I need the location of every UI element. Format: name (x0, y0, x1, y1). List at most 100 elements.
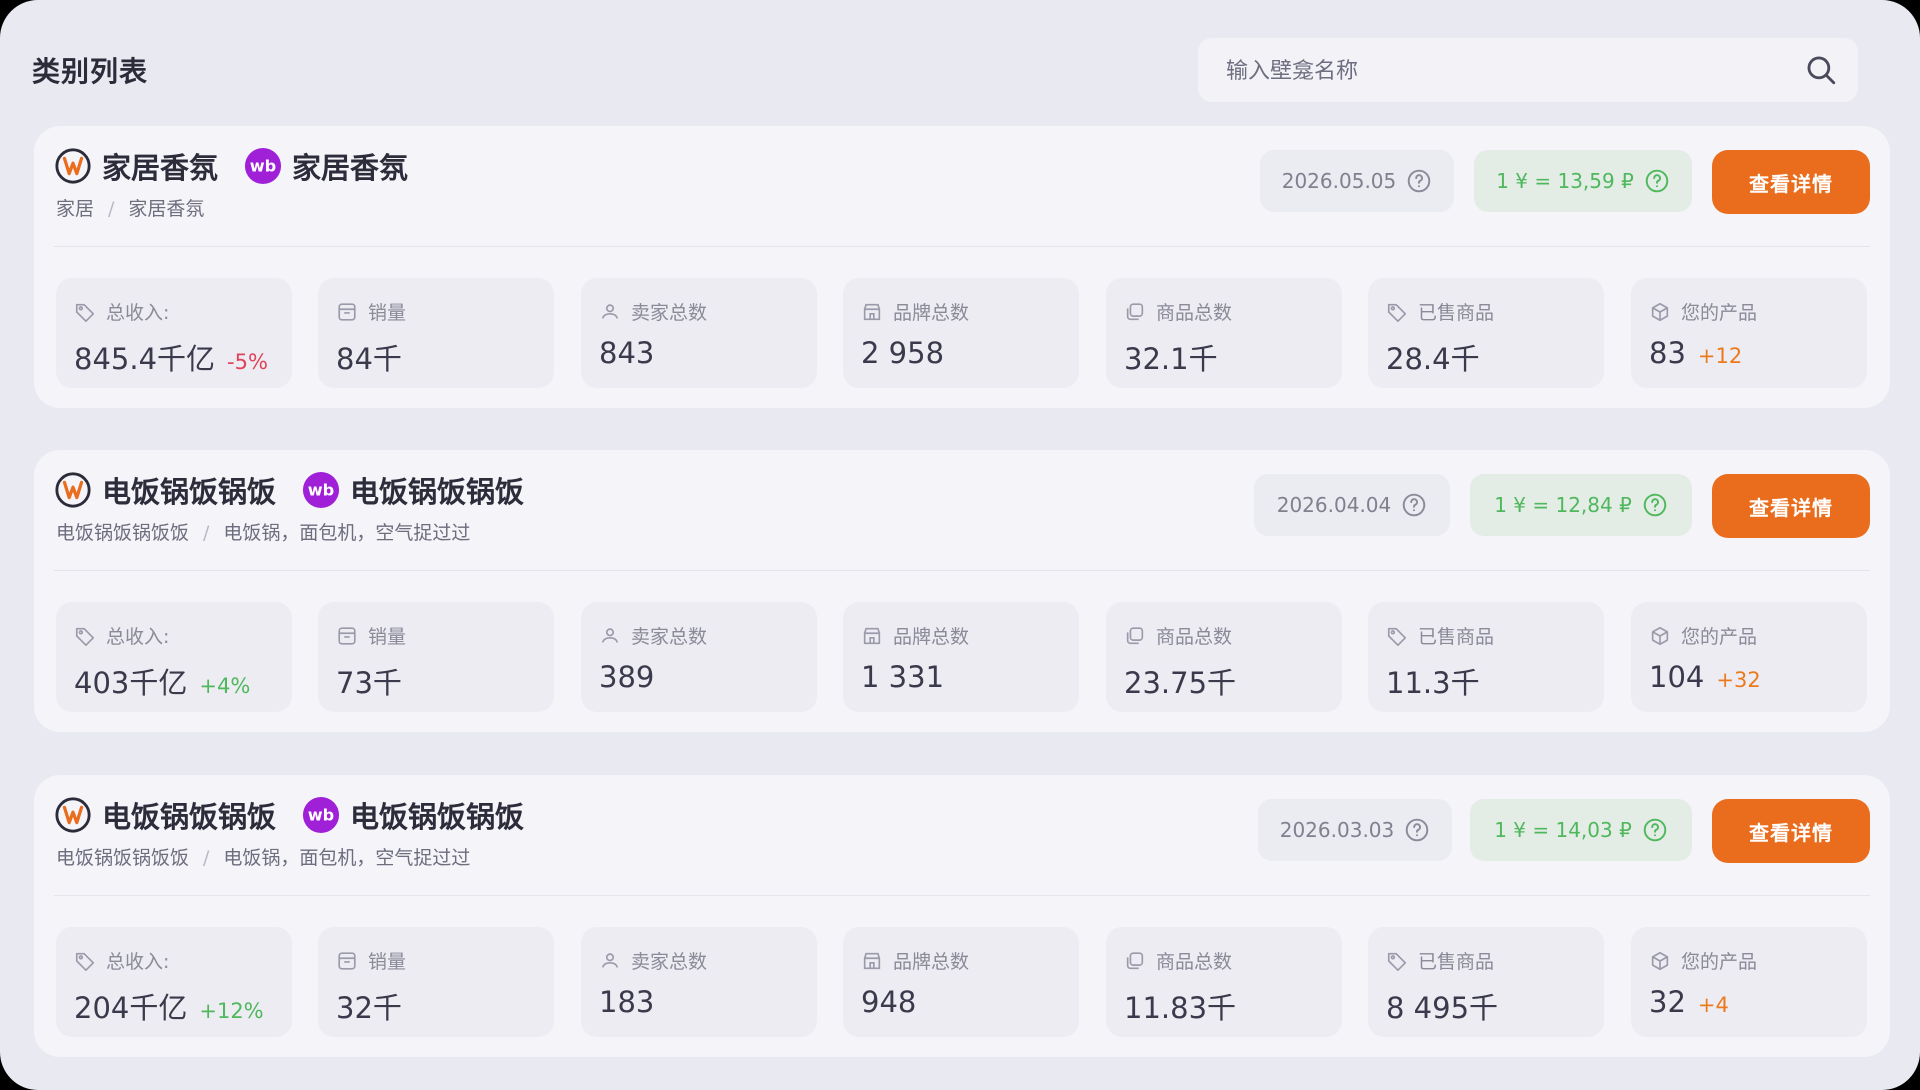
stats-row: 总收入: 403千亿 +4% 销量 73千 卖家总数 389 品牌总数 1 331… (56, 602, 1868, 712)
stats-row: 总收入: 845.4千亿 -5% 销量 84千 卖家总数 843 品牌总数 2 9… (56, 278, 1868, 388)
stat-total-revenue: 总收入: 204千亿 +12% (56, 927, 292, 1037)
stat-sellers: 卖家总数 389 (581, 602, 817, 712)
category-card: 电饭锅饭锅饭 wb 电饭锅饭锅饭 电饭锅饭锅饭饭 / 电饭锅，面包机，空气捉过过 2… (34, 775, 1890, 1057)
stat-value: 204千亿 (74, 991, 188, 1025)
stat-brands: 品牌总数 1 331 (843, 602, 1079, 712)
help-icon[interactable] (1406, 168, 1432, 194)
stat-label: 总收入: (106, 951, 170, 973)
stat-value: 8 495千 (1386, 991, 1499, 1025)
help-icon[interactable] (1644, 168, 1670, 194)
search-bar (1198, 38, 1858, 104)
stat-delta: +4% (199, 674, 251, 698)
breadcrumb-item[interactable]: 家居 (56, 198, 94, 220)
stat-label: 销量 (368, 626, 407, 648)
stat-value: 32千 (336, 991, 402, 1025)
stat-label: 卖家总数 (631, 302, 708, 324)
ozon-category-title: 电饭锅饭锅饭 (102, 800, 277, 834)
svg-text:wb: wb (308, 481, 334, 500)
stat-value: 843 (599, 336, 655, 370)
stat-value: 183 (599, 985, 655, 1019)
app-screen: 类别列表 家居香氛 wb 家居香氛 家居 / 家居香氛 2026.05.05 (0, 0, 1920, 1090)
category-card: 电饭锅饭锅饭 wb 电饭锅饭锅饭 电饭锅饭锅饭饭 / 电饭锅，面包机，空气捉过过 2… (34, 450, 1890, 732)
stat-sold-products: 已售商品 11.3千 (1368, 602, 1604, 712)
package-icon (1651, 951, 1669, 970)
stat-value: 83 (1649, 336, 1686, 370)
help-icon[interactable] (1404, 817, 1430, 843)
stat-products: 商品总数 32.1千 (1106, 278, 1342, 388)
sales-box-icon (338, 302, 356, 321)
view-details-button[interactable]: 查看详情 (1712, 150, 1870, 214)
stat-sold-products: 已售商品 8 495千 (1368, 927, 1604, 1037)
search-input[interactable] (1224, 38, 1788, 104)
wb-logo-icon: wb (302, 471, 340, 509)
stat-value: 23.75千 (1124, 666, 1237, 700)
stat-label: 已售商品 (1418, 626, 1495, 648)
store-icon (863, 952, 881, 969)
exchange-rate-text: 1 ¥ = 14,03 ₽ (1494, 818, 1632, 842)
search-icon[interactable] (1804, 53, 1838, 87)
stat-label: 销量 (368, 302, 407, 324)
stat-sales: 销量 73千 (318, 602, 554, 712)
breadcrumb-item[interactable]: 电饭锅，面包机，空气捉过过 (223, 847, 470, 869)
sales-box-icon (338, 951, 356, 970)
breadcrumb-item[interactable]: 电饭锅饭锅饭饭 (56, 847, 189, 869)
exchange-rate-text: 1 ¥ = 13,59 ₽ (1496, 169, 1634, 193)
stat-value: 948 (861, 985, 917, 1019)
date-text: 2026.04.04 (1276, 493, 1392, 517)
help-icon[interactable] (1401, 492, 1427, 518)
stat-value: 28.4千 (1386, 342, 1480, 376)
date-badge: 2026.04.04 (1254, 474, 1450, 536)
card-title-row: 电饭锅饭锅饭 wb 电饭锅饭锅饭 (54, 470, 550, 510)
sellers-icon (601, 627, 619, 643)
wb-logo-icon: wb (244, 147, 282, 185)
stat-sellers: 卖家总数 843 (581, 278, 817, 388)
breadcrumb-item[interactable]: 电饭锅饭锅饭饭 (56, 522, 189, 544)
stat-value: 845.4千亿 (74, 342, 216, 376)
sellers-icon (601, 303, 619, 319)
stat-value: 73千 (336, 666, 402, 700)
page-title: 类别列表 (32, 55, 149, 88)
card-title-row: 家居香氛 wb 家居香氛 (54, 146, 434, 186)
divider (54, 570, 1870, 571)
stat-value: 389 (599, 660, 655, 694)
breadcrumb: 电饭锅饭锅饭饭 / 电饭锅，面包机，空气捉过过 (56, 518, 470, 545)
stat-sales: 销量 84千 (318, 278, 554, 388)
stat-label: 总收入: (106, 302, 170, 324)
stat-label: 品牌总数 (893, 302, 970, 324)
package-icon (1651, 302, 1669, 321)
sales-box-icon (338, 626, 356, 645)
ozon-logo-icon (55, 797, 91, 833)
stat-delta: +4 (1697, 993, 1729, 1017)
date-text: 2026.05.05 (1281, 169, 1397, 193)
stat-delta: +12% (199, 999, 264, 1023)
help-icon[interactable] (1642, 817, 1668, 843)
stat-label: 品牌总数 (893, 951, 970, 973)
stat-label: 您的产品 (1681, 951, 1758, 973)
breadcrumb-item[interactable]: 家居香氛 (128, 198, 204, 220)
price-tag-icon (75, 303, 95, 322)
wb-category-title: 电饭锅饭锅饭 (350, 475, 525, 509)
wb-category-title: 家居香氛 (292, 151, 409, 185)
stat-label: 卖家总数 (631, 951, 708, 973)
card-title-row: 电饭锅饭锅饭 wb 电饭锅饭锅饭 (54, 795, 550, 835)
stat-label: 您的产品 (1681, 302, 1758, 324)
help-icon[interactable] (1642, 492, 1668, 518)
view-details-button[interactable]: 查看详情 (1712, 799, 1870, 863)
stat-brands: 品牌总数 2 958 (843, 278, 1079, 388)
stat-label: 商品总数 (1156, 302, 1233, 324)
stat-value: 2 958 (861, 336, 945, 370)
exchange-rate-badge: 1 ¥ = 13,59 ₽ (1474, 150, 1692, 212)
wb-logo-icon: wb (302, 796, 340, 834)
stat-label: 总收入: (106, 626, 170, 648)
package-icon (1651, 626, 1669, 645)
divider (54, 895, 1870, 896)
breadcrumb-item[interactable]: 电饭锅，面包机，空气捉过过 (223, 522, 470, 544)
ozon-logo-icon (55, 472, 91, 508)
stat-sellers: 卖家总数 183 (581, 927, 817, 1037)
products-icon (1126, 626, 1144, 644)
stat-label: 您的产品 (1681, 626, 1758, 648)
ozon-category-title: 电饭锅饭锅饭 (102, 475, 277, 509)
view-details-button[interactable]: 查看详情 (1712, 474, 1870, 538)
breadcrumb-separator: / (203, 847, 210, 869)
breadcrumb-separator: / (203, 522, 210, 544)
